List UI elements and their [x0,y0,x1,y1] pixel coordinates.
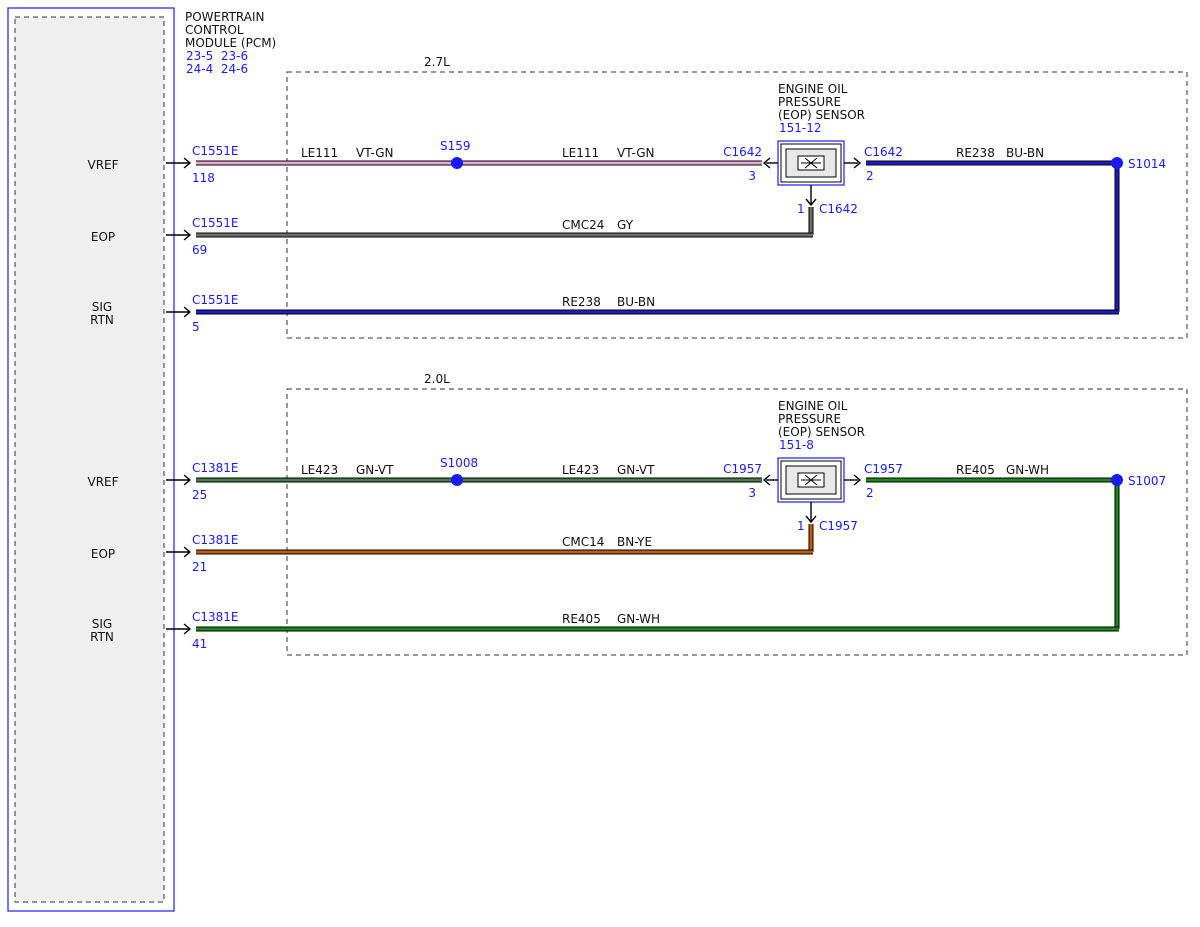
pin-name-2-line-2: RTN [90,313,114,327]
splice-left-label: S1008 [440,456,478,470]
sensor-title-3: (EOP) SENSOR [778,108,865,122]
splice-left-dot [451,474,463,486]
wire-eop-circuit: CMC14 [562,535,604,549]
wire-eop-circuit: CMC24 [562,218,604,232]
wire-vref-left-circuit: LE423 [301,463,338,477]
splice-left-dot [451,157,463,169]
pcm-connector-2: C1551E [192,293,239,307]
pcm-title-line-3: MODULE (PCM) [185,36,276,50]
splice-right-label: S1014 [1128,157,1166,171]
sensor-title-3: (EOP) SENSOR [778,425,865,439]
sensor-right-pin: 2 [866,486,874,500]
sensor-left-pin: 3 [748,169,756,183]
pin-name-0: VREF [87,475,118,489]
pcm-pin-2: 41 [192,637,207,651]
wire-vref-left-circuit: LE111 [301,146,338,160]
pcm-pin-1: 69 [192,243,207,257]
wire-vref-right-color: GN-VT [617,463,655,477]
pin-name-2-line-1: SIG [92,300,112,314]
wire-rtn-top-color: BU-BN [1006,146,1044,160]
sensor-title-2: PRESSURE [778,95,841,109]
sensor-bottom-pin: 1 [797,519,805,533]
sensor-title-1: ENGINE OIL [778,399,848,413]
sensor-ref: 151-8 [779,438,814,452]
wire-eop-color: GY [617,218,634,232]
pin-name-0: VREF [87,158,118,172]
sensor-bottom-connector: C1642 [819,202,858,216]
pcm-pin-0: 25 [192,488,207,502]
pcm-ref-1: 23-5 23-6 [186,49,248,63]
sensor-right-connector: C1642 [864,145,903,159]
pin-name-1: EOP [91,230,115,244]
sensor-right-pin: 2 [866,169,874,183]
wire-rtn-top-color: GN-WH [1006,463,1049,477]
pcm-pin-1: 21 [192,560,207,574]
pcm-ref-2: 24-4 24-6 [186,62,248,76]
variant-label: 2.0L [424,372,450,386]
section-2-0l: 2.0LVREFC1381E25EOPC1381E21SIGRTNC1381E4… [87,372,1188,656]
wire-vref-right-circuit: LE423 [562,463,599,477]
pcm-connector-2: C1381E [192,610,239,624]
pcm-pin-2: 5 [192,320,200,334]
wire-rtn-bottom-circuit: RE405 [562,612,601,626]
wire-vref-left-color: GN-VT [356,463,394,477]
wire-rtn-top-circuit: RE405 [956,463,995,477]
pcm-title-line-1: POWERTRAIN [185,10,265,24]
section-2-7l: 2.7L VREF C1551E 118 EOP C1551E 69 SIGRTN C1551E… [87,55,1188,339]
sensor-ref: 151-12 [779,121,822,135]
splice-left-label: S159 [440,139,471,153]
pcm-connector-1: C1551E [192,216,239,230]
wire-rtn-bottom-color: GN-WH [617,612,660,626]
wiring-diagram: POWERTRAIN CONTROL MODULE (PCM) 23-5 23-… [7,7,1188,912]
pcm-title-line-2: CONTROL [185,23,244,37]
splice-right-dot [1111,157,1123,169]
sensor-bottom-connector: C1957 [819,519,858,533]
sensor-left-connector: C1957 [723,462,762,476]
pcm-connector-0: C1551E [192,144,239,158]
pcm-pin-0: 118 [192,171,215,185]
sensor-right-connector: C1957 [864,462,903,476]
pcm-connector-0: C1381E [192,461,239,475]
variant-box [286,388,1188,656]
pin-name-2-line-2: RTN [90,630,114,644]
wire-rtn-top-circuit: RE238 [956,146,995,160]
sensor-left-connector: C1642 [723,145,762,159]
sensor-title-2: PRESSURE [778,412,841,426]
sensor-bottom-pin: 1 [797,202,805,216]
pin-name-1: EOP [91,547,115,561]
pcm-connector-1: C1381E [192,533,239,547]
wire-vref-right-color: VT-GN [617,146,654,160]
variant-label: 2.7L [424,55,450,69]
splice-right-label: S1007 [1128,474,1166,488]
wire-eop-color: BN-YE [617,535,652,549]
pin-name-2-line-1: SIG [92,617,112,631]
wire-rtn-bottom-color: BU-BN [617,295,655,309]
splice-right-dot [1111,474,1123,486]
sensor-left-pin: 3 [748,486,756,500]
wire-vref-left-color: VT-GN [356,146,393,160]
sensor-title-1: ENGINE OIL [778,82,848,96]
wire-vref-right-circuit: LE111 [562,146,599,160]
variant-box [286,71,1188,339]
wire-rtn-bottom-circuit: RE238 [562,295,601,309]
pcm-module-body [14,16,165,903]
